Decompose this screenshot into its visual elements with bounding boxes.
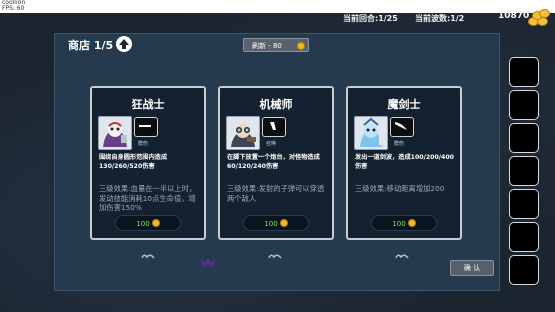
berserker-portrait xyxy=(98,116,132,150)
refresh-button[interactable]: 刷新 - 80 xyxy=(243,38,309,52)
skill-tag: 召唤 xyxy=(266,141,277,147)
level3-effect: 三级效果:移动距离增加200 xyxy=(355,184,445,193)
critter-icon xyxy=(141,254,155,259)
buy-button[interactable]: 100 xyxy=(371,215,437,231)
level3-effect: 三级效果:发射的子弹可以穿透两个敌人 xyxy=(227,184,325,203)
inventory-slot[interactable] xyxy=(509,57,539,87)
inventory-slot[interactable] xyxy=(509,90,539,120)
confirm-button[interactable]: 确 认 xyxy=(450,260,494,276)
sword-icon xyxy=(134,117,158,137)
hero-card-magic-swordsman[interactable]: 魔剑士 群伤 发出一道剑波，造成100/200/400伤害 三级效果:移动距离增… xyxy=(346,86,462,240)
dagger-icon xyxy=(262,117,286,137)
coin-icon xyxy=(297,42,305,50)
shop-title: 商店 1/5 xyxy=(68,39,114,52)
window-titlebar: coollion FPS: 60 xyxy=(0,0,555,13)
inventory-slot[interactable] xyxy=(509,222,539,252)
price-value: 100 xyxy=(136,220,150,228)
refresh-label: 刷新 - 80 xyxy=(252,42,282,50)
magic-swordsman-portrait xyxy=(354,116,388,150)
hero-name: 机械师 xyxy=(259,98,293,111)
skill-description: 发出一道剑波，造成100/200/400伤害 xyxy=(355,154,454,170)
skill-description: 在脚下放置一个炮台，对怪物造成60/120/240伤害 xyxy=(227,154,320,170)
coin-icon xyxy=(279,219,288,227)
fps-counter: FPS: 60 xyxy=(2,5,25,12)
coin-pile-icon xyxy=(528,6,550,26)
confirm-label: 确 认 xyxy=(463,264,481,272)
critter-icon xyxy=(268,254,282,259)
price-value: 100 xyxy=(264,220,278,228)
price-value: 100 xyxy=(392,220,406,228)
buy-button[interactable]: 100 xyxy=(115,215,181,231)
inventory-slot[interactable] xyxy=(509,189,539,219)
level3-effect: 三级效果:血量在一半以上时，发动技能消耗10点生命值，增加伤害150% xyxy=(99,184,197,213)
hero-card-berserker[interactable]: 狂战士 群伤 围绕自身圆形范围内造成130/260/520伤害 三级效果:血量在… xyxy=(90,86,206,240)
hero-name: 狂战士 xyxy=(131,98,165,111)
skill-description: 围绕自身圆形范围内造成130/260/520伤害 xyxy=(99,154,168,170)
up-arrow-icon[interactable] xyxy=(116,36,132,52)
bat-icon xyxy=(200,258,216,267)
skill-tag: 群伤 xyxy=(138,141,149,147)
inventory-slot[interactable] xyxy=(509,123,539,153)
inventory-slot[interactable] xyxy=(509,156,539,186)
buy-button[interactable]: 100 xyxy=(243,215,309,231)
skill-tag: 群伤 xyxy=(394,141,405,147)
coin-count: 10870 xyxy=(498,11,530,21)
mechanic-portrait xyxy=(226,116,260,150)
curved-blade-icon xyxy=(390,117,414,137)
hero-card-mechanic[interactable]: 机械师 召唤 在脚下放置一个炮台，对怪物造成60/120/240伤害 三级效果:… xyxy=(218,86,334,240)
coin-icon xyxy=(151,219,160,227)
hero-name: 魔剑士 xyxy=(387,98,421,111)
inventory-slot[interactable] xyxy=(509,255,539,285)
critter-icon xyxy=(395,254,409,259)
wave-counter: 当前波数:1/2 xyxy=(415,14,465,23)
coin-icon xyxy=(407,219,416,227)
round-counter: 当前回合:1/25 xyxy=(343,14,398,23)
